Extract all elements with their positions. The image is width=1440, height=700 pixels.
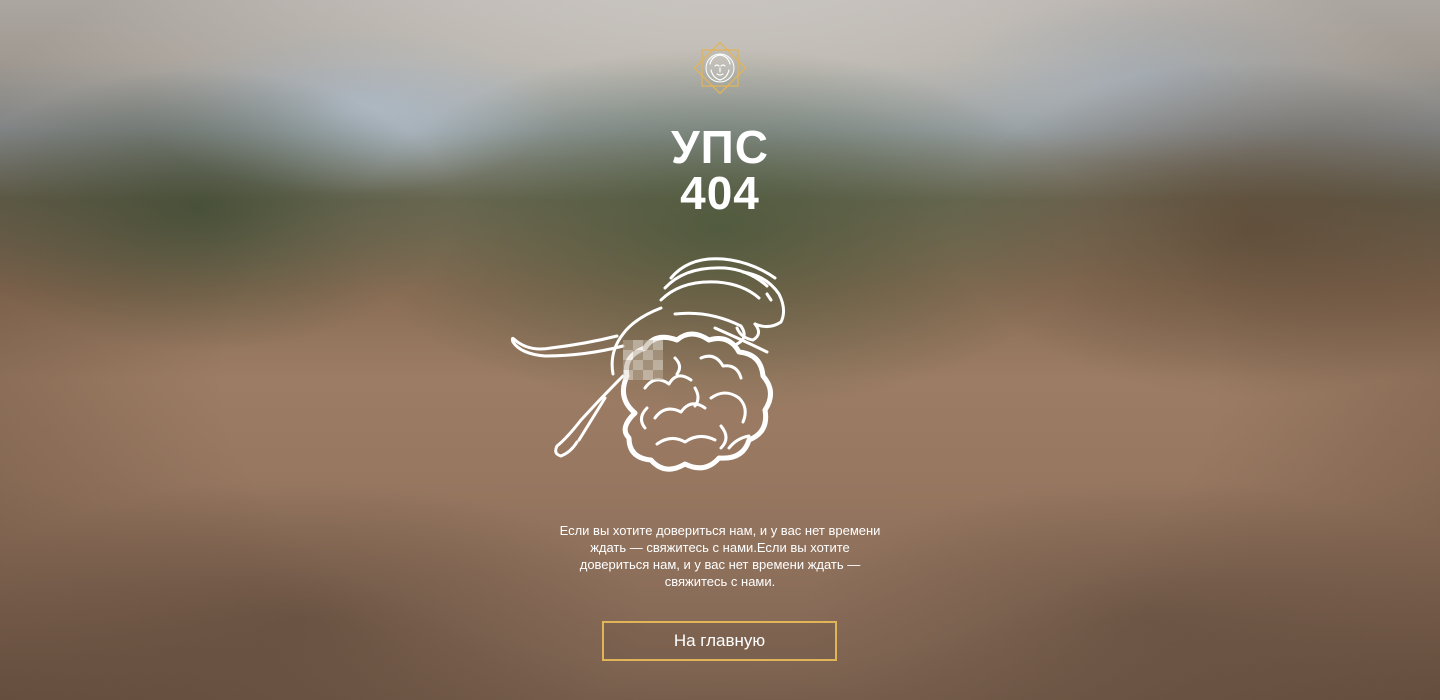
error-title: УПС [671,121,769,173]
error-code: 404 [680,167,760,219]
home-button[interactable]: На главную [602,621,837,661]
lion-jumping-over-brain-icon [505,248,845,493]
lion-head-logo-icon[interactable] [692,40,748,96]
error-404-page: УПС 404 Если вы хотите довериться нам, и… [0,0,1440,700]
error-description: Если вы хотите довериться нам, и у вас н… [559,523,881,589]
